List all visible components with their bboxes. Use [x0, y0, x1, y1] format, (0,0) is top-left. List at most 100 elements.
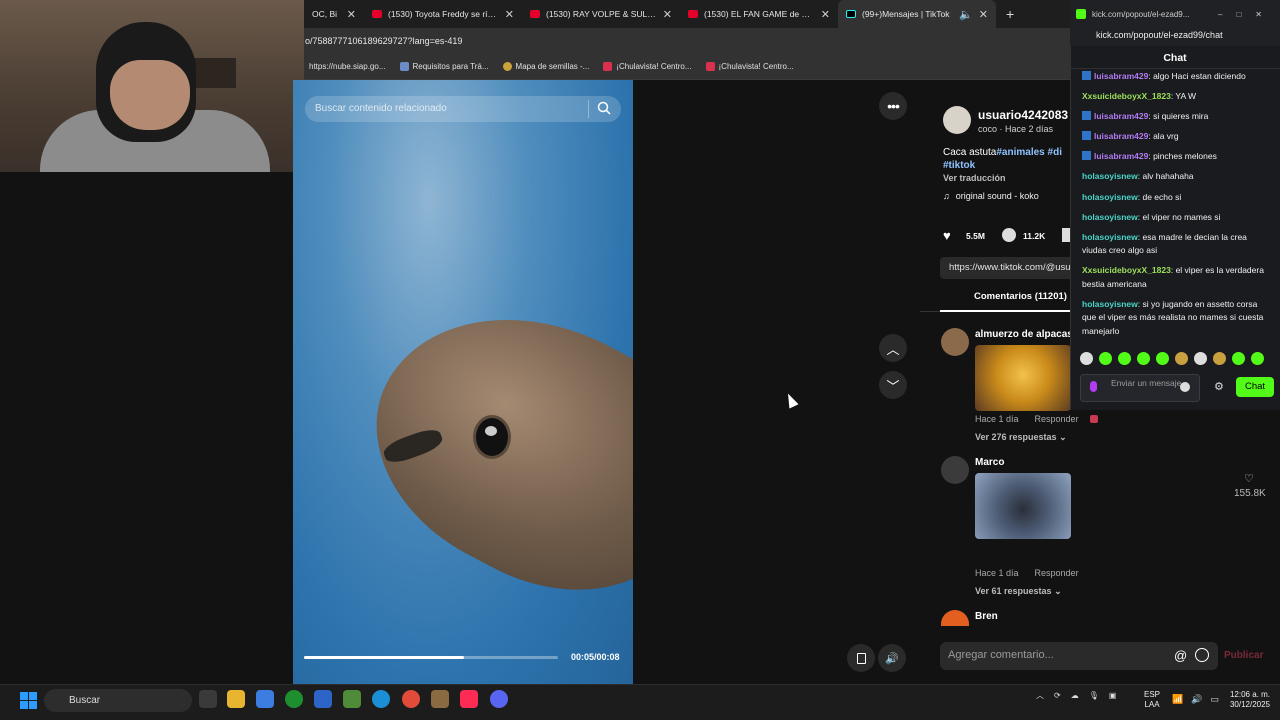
close-tab-icon[interactable]: ✕	[979, 8, 988, 21]
game-icon[interactable]	[431, 690, 449, 708]
tab-comments[interactable]: Comentarios (11201)	[940, 291, 1074, 302]
comment-icon[interactable]	[1002, 228, 1016, 242]
related-search-input[interactable]: Buscar contenido relacionado	[305, 96, 621, 122]
bookmark[interactable]: ¡Chulavista! Centro...	[705, 62, 794, 71]
reply-button[interactable]: Responder	[1035, 414, 1079, 424]
emote-icon[interactable]	[1099, 352, 1112, 365]
chat-username[interactable]: XxsuicideboyxX_1823	[1082, 91, 1171, 101]
author-avatar[interactable]	[943, 106, 971, 134]
emote-icon[interactable]	[1118, 352, 1131, 365]
emoji-icon[interactable]	[1195, 648, 1209, 662]
taskbar-clock[interactable]: 12:06 a. m. 30/12/2025	[1226, 690, 1270, 710]
view-replies-button[interactable]: Ver 276 respuestas ⌄	[975, 432, 1067, 443]
emote-icon[interactable]	[1080, 352, 1093, 365]
browser-tab[interactable]: (1530) Toyota Freddy se ríe mu ✕	[364, 0, 522, 28]
emote-icon[interactable]	[1232, 352, 1245, 365]
edge-icon[interactable]	[372, 690, 390, 708]
chat-username[interactable]: luisabram429	[1094, 131, 1148, 141]
new-tab-button[interactable]: +	[996, 6, 1024, 22]
search-icon[interactable]	[597, 101, 611, 115]
emote-icon[interactable]	[1175, 352, 1188, 365]
video-player[interactable]	[293, 80, 633, 684]
bookmark[interactable]: Mapa de semillas -...	[502, 62, 589, 71]
comment-author[interactable]: Bren	[975, 611, 998, 622]
reply-button[interactable]: Responder	[1035, 568, 1079, 578]
file-explorer-icon[interactable]	[227, 690, 245, 708]
browser-tab[interactable]: (1530) RAY VOLPE & SULLIVAN ✕	[522, 0, 680, 28]
xbox-icon[interactable]	[285, 690, 303, 708]
bookmark[interactable]: ¡Chulavista! Centro...	[603, 62, 692, 71]
close-tab-icon[interactable]: ✕	[347, 8, 356, 21]
emote-icon[interactable]	[1156, 352, 1169, 365]
floating-player-button[interactable]	[847, 644, 875, 672]
bookmark[interactable]: https://nube.siap.go...	[309, 62, 386, 71]
windows-start-icon[interactable]	[20, 692, 37, 709]
send-chat-button[interactable]: Chat	[1236, 377, 1274, 397]
copy-link-field[interactable]: https://www.tiktok.com/@usu	[940, 257, 1074, 279]
more-options-button[interactable]: •••	[879, 92, 907, 120]
microphone-icon[interactable]: 🎙	[1089, 691, 1099, 700]
close-tab-icon[interactable]: ✕	[663, 8, 672, 21]
post-caption: Caca astuta#animales #di #tiktok	[943, 146, 1071, 172]
tiktok-icon[interactable]	[460, 690, 478, 708]
view-replies-button[interactable]: Ver 61 respuestas ⌄	[975, 586, 1062, 597]
chat-username[interactable]: holasoyisnew	[1082, 212, 1138, 222]
discord-icon[interactable]	[490, 690, 508, 708]
app-tray-icon[interactable]: ▣	[1109, 691, 1117, 700]
author-name[interactable]: usuario4242083	[978, 108, 1068, 122]
mute-tab-icon[interactable]: 🔈	[959, 8, 973, 21]
previous-video-button[interactable]: ︿	[879, 334, 907, 362]
mention-icon[interactable]: @	[1174, 648, 1187, 663]
keyboard-layout: LAA	[1144, 700, 1160, 709]
chat-username[interactable]: luisabram429	[1094, 111, 1148, 121]
taskbar-search[interactable]: Buscar	[44, 689, 192, 712]
browser-tab[interactable]: OC, Bi ✕	[304, 0, 364, 28]
comment-author[interactable]: Marco	[975, 457, 1004, 468]
browser-tab-active[interactable]: (99+)Mensajes | TikTok 🔈 ✕	[838, 0, 996, 28]
youtube-icon	[530, 10, 540, 18]
see-translation-link[interactable]: Ver traducción	[943, 173, 1006, 183]
emote-icon[interactable]	[1251, 352, 1264, 365]
gear-icon[interactable]: ⚙	[1214, 380, 1224, 393]
address-bar[interactable]: o/7588777106189629727?lang=es-419	[304, 28, 1070, 54]
chat-username[interactable]: holasoyisnew	[1082, 192, 1138, 202]
cloud-icon[interactable]: ☁	[1071, 691, 1079, 700]
next-video-button[interactable]: ﹀	[879, 371, 907, 399]
minecraft-icon[interactable]	[343, 690, 361, 708]
sound-link[interactable]: ♫ original sound - koko	[943, 191, 1039, 201]
bookmark[interactable]: Requisitos para Trá...	[399, 62, 489, 71]
chevron-up-icon[interactable]: ︿	[1036, 690, 1044, 701]
store-icon[interactable]	[256, 690, 274, 708]
emoji-icon[interactable]	[1180, 382, 1190, 392]
chat-username[interactable]: holasoyisnew	[1082, 171, 1138, 181]
heart-outline-icon[interactable]: ♡	[1244, 472, 1254, 485]
close-tab-icon[interactable]: ✕	[821, 8, 830, 21]
comment-meta: Hace 1 día Responder	[975, 568, 1079, 578]
kick-url-bar[interactable]: kick.com/popout/el-ezad99/chat	[1070, 28, 1280, 46]
comment-avatar[interactable]	[941, 328, 969, 356]
emote-icon[interactable]	[1137, 352, 1150, 365]
network-volume-battery[interactable]: 📶 🔊 ▭	[1172, 694, 1219, 705]
chat-username[interactable]: XxsuicideboyxX_1823	[1082, 265, 1171, 275]
window-controls-icon[interactable]: –□✕	[1218, 10, 1280, 19]
comment-avatar[interactable]	[941, 610, 969, 626]
chat-username[interactable]: holasoyisnew	[1082, 299, 1138, 309]
browser-tab[interactable]: (1530) EL FAN GAME de FNAF ✕	[680, 0, 838, 28]
volume-button[interactable]: 🔊	[878, 644, 906, 672]
task-view-icon[interactable]	[199, 690, 217, 708]
comment-avatar[interactable]	[941, 456, 969, 484]
app-icon[interactable]	[314, 690, 332, 708]
language-indicator[interactable]: ESP LAA	[1144, 690, 1160, 710]
chat-username[interactable]: luisabram429	[1094, 71, 1148, 81]
emote-icon[interactable]	[1194, 352, 1207, 365]
comment-author[interactable]: almuerzo de alpacas	[975, 329, 1073, 340]
heart-icon[interactable]: ♥	[943, 228, 959, 243]
publish-button[interactable]: Publicar	[1224, 650, 1263, 661]
microphone-icon[interactable]	[1090, 381, 1097, 392]
close-tab-icon[interactable]: ✕	[505, 8, 514, 21]
chrome-icon[interactable]	[402, 690, 420, 708]
chat-username[interactable]: luisabram429	[1094, 151, 1148, 161]
sync-icon[interactable]: ⟳	[1054, 691, 1061, 700]
chat-username[interactable]: holasoyisnew	[1082, 232, 1138, 242]
emote-icon[interactable]	[1213, 352, 1226, 365]
